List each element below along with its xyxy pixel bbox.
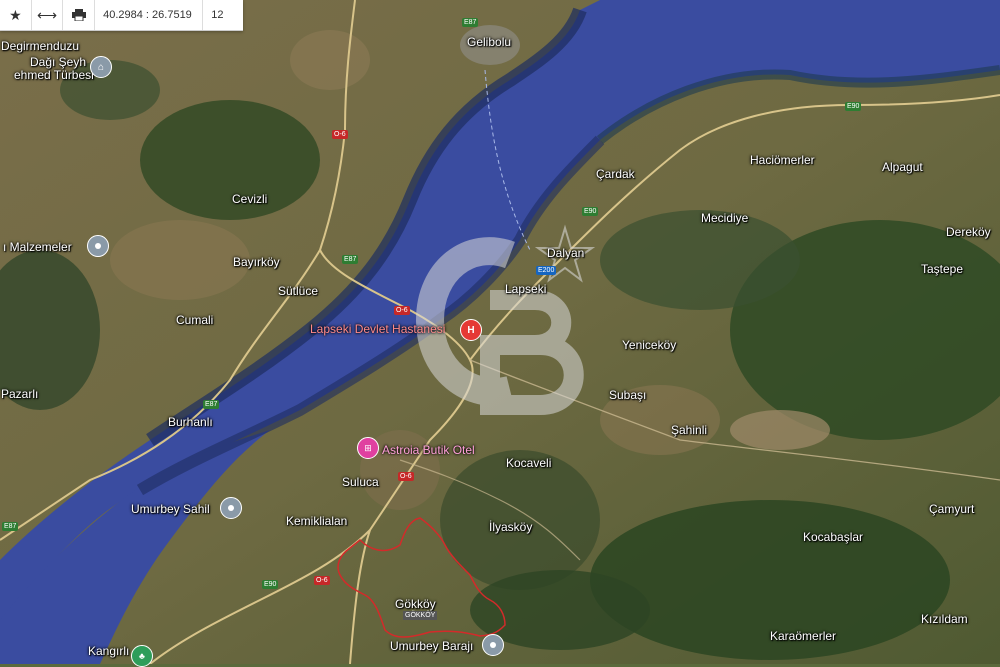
map-toolbar: ★ ⟷ 40.2984 : 26.7519 12 <box>0 0 243 31</box>
place-label: Mecidiye <box>701 211 749 225</box>
place-label: Karaömerler <box>770 629 837 643</box>
place-label: ı Malzemeler <box>3 240 72 254</box>
place-label: Çamyurt <box>929 502 975 516</box>
place-label: Suluca <box>342 475 379 489</box>
place-label: Dağı Şeyh <box>30 55 87 69</box>
place-label: Lapseki <box>505 282 547 296</box>
road-badge-o6: O-6 <box>394 306 410 315</box>
place-label: Gökköy <box>395 597 436 611</box>
place-label: Kocaveli <box>506 456 552 470</box>
place-label: Gelibolu <box>467 35 512 49</box>
place-label: Burhanlı <box>168 415 213 429</box>
satellite-map[interactable] <box>0 0 1000 664</box>
place-label: Taştepe <box>921 262 964 276</box>
place-label: Çardak <box>596 167 635 181</box>
road-badge-e87: E87 <box>342 255 359 264</box>
place-label: Subaşı <box>609 388 647 402</box>
hospital-label: Lapseki Devlet Hastanesi <box>310 322 446 336</box>
place-label: Şahinli <box>671 423 708 437</box>
landmark-pin-icon[interactable]: ⌂ <box>90 56 112 78</box>
hotel-icon[interactable]: ⊞ <box>357 437 379 459</box>
place-label: Bayırköy <box>233 255 280 269</box>
place-label: Cevizli <box>232 192 268 206</box>
place-label: Sütlüce <box>278 284 319 298</box>
road-badge-o6: O-6 <box>332 130 348 139</box>
place-label: Umurbey Barajı <box>390 639 474 653</box>
road-badge-e90: E90 <box>845 102 862 111</box>
road-badge-e87: E87 <box>462 18 479 27</box>
road-badge-e90: E90 <box>262 580 279 589</box>
location-pin-icon[interactable] <box>87 235 109 257</box>
road-badge-e87: E87 <box>203 400 220 409</box>
road-badge-o6: O-6 <box>398 472 414 481</box>
hotel-label: Astroia Butik Otel <box>382 443 475 457</box>
place-label: Cumali <box>176 313 214 327</box>
location-pin-icon[interactable] <box>220 497 242 519</box>
coordinates-readout: 40.2984 : 26.7519 <box>95 0 204 30</box>
place-label: ehmed Türbesi <box>14 68 94 82</box>
place-label: Pazarlı <box>1 387 39 401</box>
place-label: Dereköy <box>946 225 991 239</box>
poi-label: Umurbey Sahil <box>131 502 210 516</box>
place-label: Kocabaşlar <box>803 530 864 544</box>
road-badge-e90: E90 <box>582 207 599 216</box>
place-label: Yeniceköy <box>622 338 677 352</box>
place-label: Degirmenduzu <box>1 39 80 53</box>
road-badge-e200: E200 <box>536 266 557 275</box>
place-label: Kangırlı <box>88 644 130 658</box>
dam-pin-icon[interactable] <box>482 634 504 656</box>
place-sublabel: GÖKKÖY <box>403 611 438 620</box>
road-badge-e87: E87 <box>2 522 19 531</box>
zoom-level-readout: 12 <box>211 9 224 21</box>
print-icon[interactable] <box>63 0 96 30</box>
measure-icon[interactable]: ⟷ <box>32 0 64 30</box>
place-label: İlyasköy <box>489 520 533 534</box>
road-badge-o6: O-6 <box>314 576 330 585</box>
place-label: Dalyan <box>547 246 585 260</box>
place-label: Kızıldam <box>921 612 968 626</box>
place-label: Kemiklialan <box>286 514 348 528</box>
place-label: Alpagut <box>882 160 923 174</box>
hospital-icon[interactable]: H <box>460 319 482 341</box>
star-icon[interactable]: ★ <box>0 0 32 30</box>
place-label: Haciömerler <box>750 153 815 167</box>
